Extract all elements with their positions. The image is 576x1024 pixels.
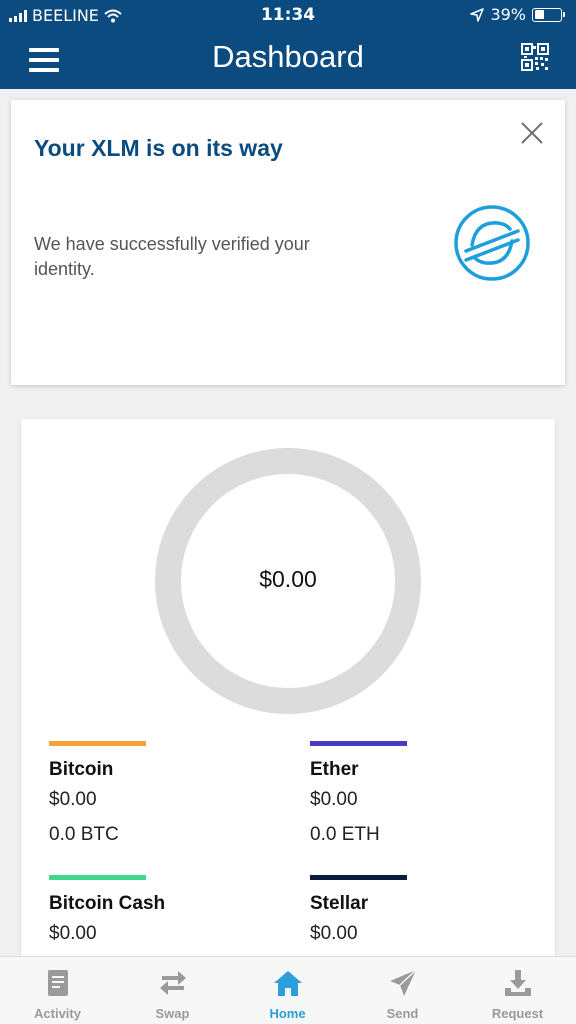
asset-name: Bitcoin Cash bbox=[49, 893, 166, 914]
asset-fiat-value: $0.00 bbox=[310, 789, 358, 810]
asset-name: Ether bbox=[310, 759, 359, 780]
send-icon bbox=[390, 969, 417, 996]
tab-request[interactable]: Request bbox=[460, 957, 575, 1024]
asset-stellar[interactable]: Stellar $0.00 bbox=[310, 875, 530, 958]
page-title: Dashboard bbox=[212, 39, 364, 74]
battery-icon bbox=[532, 7, 565, 22]
request-icon bbox=[505, 970, 531, 996]
total-balance: $0.00 bbox=[259, 566, 317, 592]
tab-swap[interactable]: Swap bbox=[115, 957, 230, 1024]
asset-fiat-value: $0.00 bbox=[49, 789, 97, 810]
notification-card: Your XLM is on its way We have successfu… bbox=[11, 100, 565, 385]
status-bar: BEELINE 11:34 39% bbox=[0, 0, 576, 32]
home-icon bbox=[274, 971, 302, 996]
tab-label: Activity bbox=[34, 1006, 81, 1021]
asset-color-bar bbox=[49, 875, 146, 880]
activity-icon bbox=[48, 970, 68, 996]
asset-crypto-value: 0.0 ETH bbox=[310, 824, 380, 845]
asset-bitcoin-cash[interactable]: Bitcoin Cash $0.00 bbox=[49, 875, 269, 958]
asset-name: Bitcoin bbox=[49, 759, 114, 780]
asset-color-bar bbox=[310, 875, 407, 880]
notification-message: We have successfully verified your ident… bbox=[34, 234, 310, 279]
asset-bitcoin[interactable]: Bitcoin $0.00 0.0 BTC bbox=[49, 741, 269, 846]
location-arrow-icon bbox=[470, 7, 485, 22]
asset-fiat-value: $0.00 bbox=[310, 923, 358, 944]
tab-label: Send bbox=[386, 1006, 419, 1021]
tab-label: Swap bbox=[155, 1006, 190, 1021]
asset-color-bar bbox=[310, 741, 407, 746]
tab-label: Request bbox=[491, 1006, 544, 1021]
tab-label: Home bbox=[269, 1006, 306, 1021]
app-header: Dashboard bbox=[0, 32, 576, 89]
swap-icon bbox=[160, 971, 186, 995]
asset-ether[interactable]: Ether $0.00 0.0 ETH bbox=[310, 741, 530, 846]
qr-code-icon[interactable] bbox=[521, 43, 549, 71]
stellar-logo-icon bbox=[454, 205, 530, 281]
asset-name: Stellar bbox=[310, 893, 369, 914]
battery-percent: 39% bbox=[490, 5, 526, 24]
notification-title: Your XLM is on its way bbox=[34, 135, 283, 161]
bottom-tab-bar: Activity Swap Home Send Request bbox=[0, 956, 576, 1024]
balances-card: $0.00 Bitcoin $0.00 0.0 BTC Ether $0.00 … bbox=[21, 419, 555, 979]
tab-home[interactable]: Home bbox=[230, 957, 345, 1024]
top-bar: BEELINE 11:34 39% Dashboard bbox=[0, 0, 576, 89]
asset-color-bar bbox=[49, 741, 146, 746]
balance-donut-chart: $0.00 bbox=[155, 448, 421, 714]
tab-send[interactable]: Send bbox=[345, 957, 460, 1024]
tab-activity[interactable]: Activity bbox=[0, 957, 115, 1024]
asset-crypto-value: 0.0 BTC bbox=[49, 824, 119, 845]
close-icon[interactable] bbox=[521, 122, 543, 144]
asset-fiat-value: $0.00 bbox=[49, 923, 97, 944]
